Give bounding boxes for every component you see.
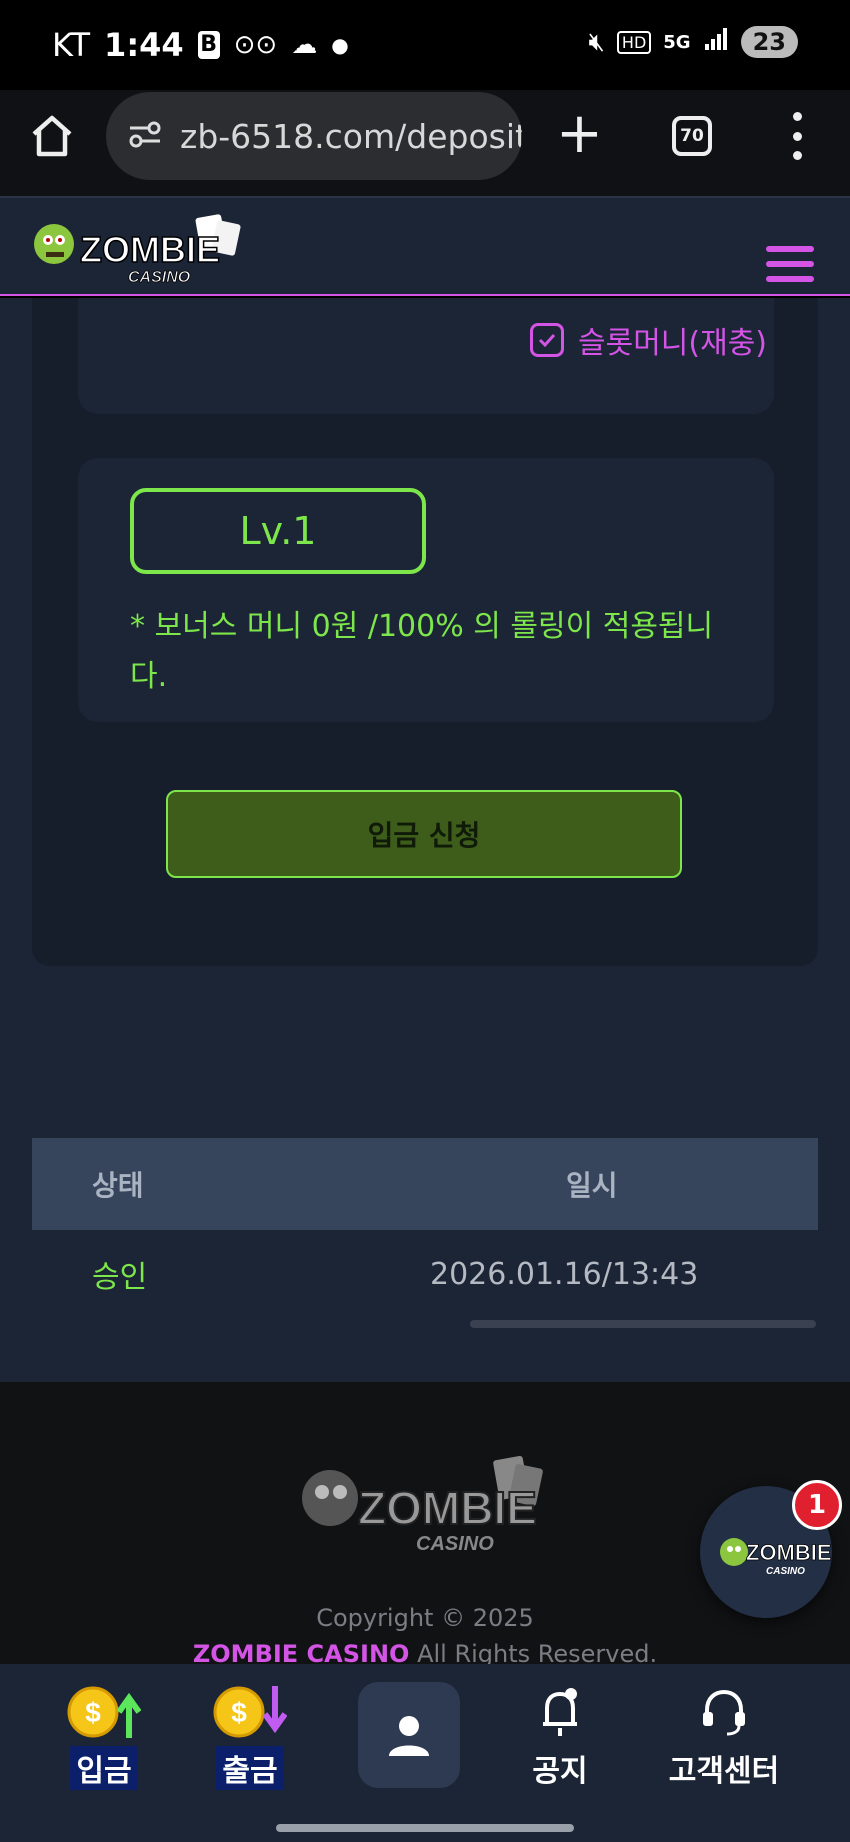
money-type-card: 슬롯머니(재충) — [78, 298, 774, 414]
nav-notice-label: 공지 — [532, 1754, 588, 1789]
voicemail-icon: ⊙⊙ — [233, 30, 278, 60]
notification-badge: 1 — [792, 1480, 842, 1530]
address-bar[interactable]: zb-6518.com/deposit — [106, 92, 522, 180]
b-app-icon: B — [197, 31, 220, 59]
slot-money-label: 슬롯머니(재충) — [578, 326, 768, 361]
footer-logo: ZOMBIE CASINO — [290, 1452, 560, 1562]
nav-deposit[interactable]: $ 입금 — [34, 1684, 174, 1790]
svg-text:ZOMBIE: ZOMBIE — [746, 1540, 832, 1565]
new-tab-icon[interactable]: + — [556, 102, 603, 166]
5g-icon: 5G — [663, 31, 691, 53]
status-bar: KT 1:44 B ⊙⊙ ☁ ● 🔇︎ HD 5G 23 — [0, 0, 850, 90]
headset-icon — [703, 1689, 745, 1736]
check-icon — [538, 333, 556, 348]
header-status: 상태 — [92, 1169, 144, 1202]
svg-text:ZOMBIE: ZOMBIE — [80, 229, 220, 270]
row-status: 승인 — [92, 1260, 148, 1295]
carrier-label: KT — [52, 26, 91, 64]
table-row: 승인 2026.01.16/13:43 — [32, 1230, 818, 1318]
user-icon — [389, 1716, 429, 1756]
bonus-card: Lv.1 * 보너스 머니 0원 /100% 의 롤링이 적용됩니다. — [78, 458, 774, 722]
nav-deposit-label: 입금 — [70, 1746, 138, 1790]
deposit-request-button[interactable]: 입금 신청 — [166, 790, 682, 878]
chat-fab-button[interactable]: ZOMBIE CASINO 1 — [700, 1480, 842, 1618]
hd-icon: HD — [616, 30, 652, 54]
zombie-casino-logo[interactable]: ZOMBIE CASINO — [30, 214, 260, 286]
signal-icon — [703, 26, 729, 58]
svg-text:$: $ — [231, 1697, 247, 1728]
svg-text:CASINO: CASINO — [766, 1566, 805, 1577]
deposit-panel: 슬롯머니(재충) Lv.1 * 보너스 머니 0원 /100% 의 롤링이 적용… — [32, 298, 818, 966]
more-menu-icon[interactable] — [790, 112, 804, 160]
nav-notice[interactable]: 공지 — [490, 1684, 630, 1790]
header-date: 일시 — [566, 1169, 618, 1202]
coin-up-icon: $ — [67, 1686, 141, 1738]
coin-down-icon: $ — [213, 1686, 287, 1738]
svg-text:CASINO: CASINO — [416, 1533, 494, 1555]
dot-icon: ● — [331, 33, 349, 57]
cloud-icon: ☁ — [291, 30, 318, 60]
home-icon[interactable] — [28, 112, 76, 160]
clock: 1:44 — [104, 26, 184, 64]
site-header: ZOMBIE CASINO — [0, 196, 850, 296]
deposit-history-table: 상태 일시 승인 2026.01.16/13:43 — [32, 1138, 818, 1318]
slot-money-checkbox[interactable] — [530, 323, 564, 357]
nav-support-label: 고객센터 — [668, 1754, 780, 1789]
nav-profile[interactable] — [358, 1682, 460, 1788]
mute-icon: 🔇︎ — [588, 26, 605, 57]
url-text: zb-6518.com/deposit — [180, 116, 522, 156]
bottom-navigation: $ 입금 $ 출금 공지 고객센터 — [0, 1664, 850, 1842]
svg-text:$: $ — [85, 1697, 101, 1728]
svg-text:CASINO: CASINO — [128, 269, 191, 284]
table-scrollbar[interactable] — [470, 1320, 816, 1328]
site-settings-icon[interactable] — [128, 119, 162, 153]
nav-withdraw[interactable]: $ 출금 — [180, 1684, 320, 1790]
svg-text:ZOMBIE: ZOMBIE — [358, 1482, 537, 1534]
bonus-rolling-note: * 보너스 머니 0원 /100% 의 롤링이 적용됩니다. — [130, 609, 714, 694]
bell-icon — [543, 1688, 577, 1736]
home-indicator[interactable] — [276, 1824, 574, 1832]
slot-money-option[interactable]: 슬롯머니(재충) — [530, 318, 767, 362]
level-badge[interactable]: Lv.1 — [130, 488, 426, 574]
row-date: 2026.01.16/13:43 — [430, 1256, 699, 1292]
hamburger-menu-icon[interactable] — [766, 246, 814, 282]
main-content: 슬롯머니(재충) Lv.1 * 보너스 머니 0원 /100% 의 롤링이 적용… — [0, 298, 850, 1382]
tab-switcher-button[interactable]: 70 — [672, 116, 712, 156]
browser-toolbar: zb-6518.com/deposit + 70 — [0, 90, 850, 196]
battery-indicator: 23 — [740, 26, 798, 58]
nav-withdraw-label: 출금 — [216, 1746, 284, 1790]
table-header: 상태 일시 — [32, 1138, 818, 1230]
nav-support[interactable]: 고객센터 — [654, 1684, 794, 1790]
